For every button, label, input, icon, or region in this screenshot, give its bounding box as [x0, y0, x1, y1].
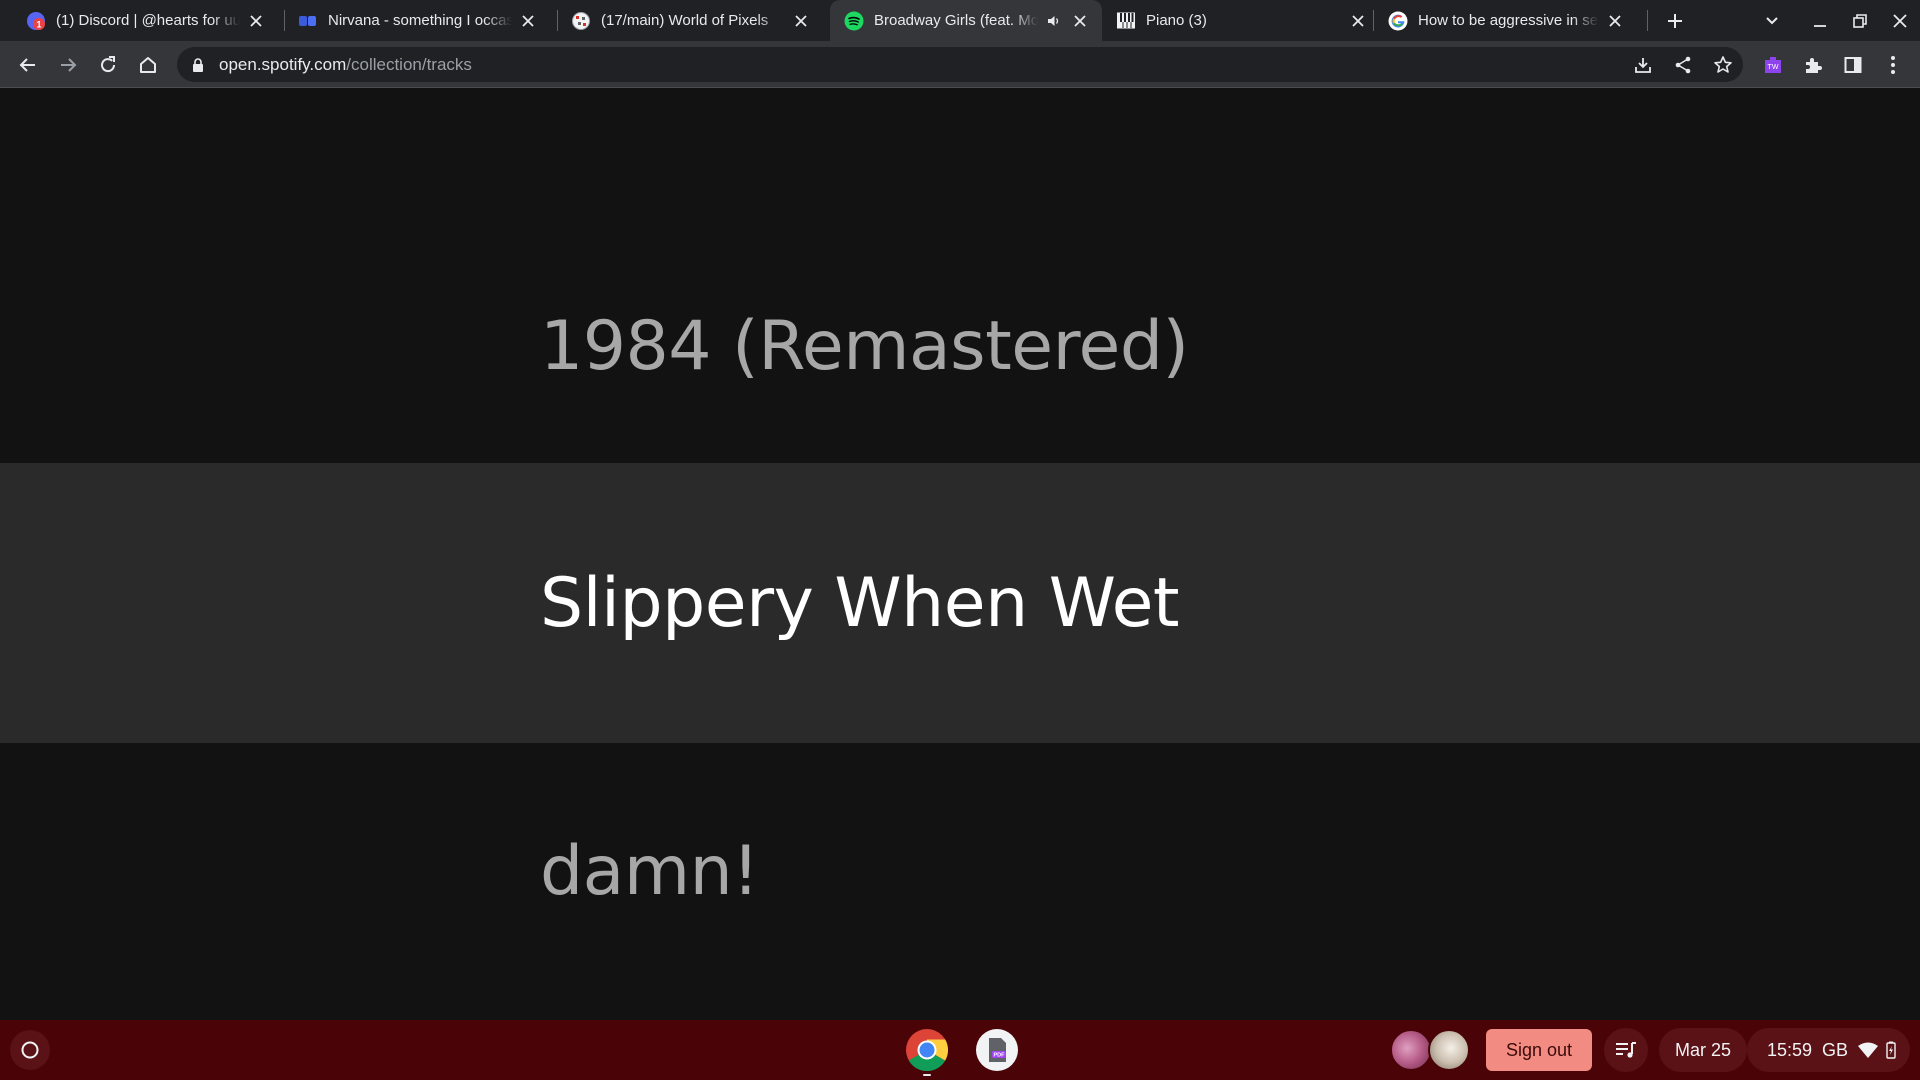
tab-search-chevron-down-icon[interactable] [1759, 8, 1785, 34]
clock-time: 15:59 [1767, 1039, 1813, 1060]
google-favicon-icon [1388, 11, 1408, 31]
side-panel-icon[interactable] [1837, 49, 1869, 81]
wifi-icon [1858, 1040, 1879, 1060]
lock-icon[interactable] [189, 56, 207, 74]
share-icon[interactable] [1669, 51, 1697, 79]
lyric-text: 1984 (Remastered) [540, 306, 1189, 386]
battery-charging-icon [1884, 1040, 1898, 1060]
lyrics-view: 1984 (Remastered) Slippery When Wet damn… [0, 89, 1920, 1020]
tab-discord[interactable]: 1 (1) Discord | @hearts for uuuu [0, 0, 278, 41]
reload-icon[interactable] [92, 49, 124, 81]
tab-strip: 1 (1) Discord | @hearts for uuuu Nirvana… [0, 0, 1920, 41]
launcher-circle-icon[interactable] [10, 1030, 50, 1070]
bookmark-star-icon[interactable] [1709, 51, 1737, 79]
piano-favicon-icon [1116, 11, 1136, 31]
blogger-favicon-icon [298, 11, 318, 31]
url-host: open.spotify.com [219, 54, 347, 74]
browser-toolbar: open.spotify.com/collection/tracks TW [0, 41, 1920, 88]
system-shelf: PDF Sign out Mar 25 15:59 GB [0, 1020, 1920, 1080]
svg-text:1: 1 [36, 19, 41, 29]
close-tab-icon[interactable] [246, 11, 266, 31]
svg-text:PDF: PDF [994, 1053, 1006, 1059]
date-text: Mar 25 [1674, 1039, 1732, 1060]
lyric-text: damn! [540, 832, 759, 911]
discord-favicon-icon: 1 [26, 11, 46, 31]
tab-separator [1647, 10, 1648, 31]
lyric-line-previous[interactable]: 1984 (Remastered) [0, 89, 1920, 463]
svg-text:TW: TW [1768, 64, 1779, 71]
pixel-world-favicon-icon [571, 11, 591, 31]
home-icon[interactable] [132, 49, 164, 81]
more-menu-kebab-icon[interactable] [1877, 49, 1909, 81]
restore-window-icon[interactable] [1847, 8, 1873, 34]
url-path: /collection/tracks [346, 54, 472, 74]
install-app-icon[interactable] [1629, 51, 1657, 79]
sign-out-button[interactable]: Sign out [1486, 1029, 1592, 1071]
tab-world-of-pixels[interactable]: (17/main) World of Pixels [545, 0, 823, 41]
close-tab-icon[interactable] [518, 11, 538, 31]
spotify-favicon-icon [844, 11, 864, 31]
lyric-line-current[interactable]: Slippery When Wet [0, 463, 1920, 743]
input-method-label: GB [1822, 1039, 1849, 1060]
chrome-app-icon[interactable] [904, 1027, 950, 1076]
status-tray[interactable]: 15:59 GB [1747, 1028, 1910, 1072]
tab-title: How to be aggressive in sex [1418, 12, 1599, 29]
tab-title: Nirvana - something I occasionally [328, 12, 512, 29]
new-tab-plus-icon[interactable] [1662, 8, 1688, 34]
holding-space-previews[interactable] [1390, 1029, 1474, 1071]
tab-title: Piano (3) [1146, 12, 1207, 29]
media-controls-icon[interactable] [1604, 1028, 1648, 1072]
lyric-text: Slippery When Wet [540, 563, 1180, 643]
tab-title: (17/main) World of Pixels [601, 12, 769, 29]
tab-google-search[interactable]: How to be aggressive in sex [1362, 0, 1637, 41]
extensions-puzzle-icon[interactable] [1797, 49, 1829, 81]
pdf-app-icon[interactable]: PDF [974, 1027, 1020, 1073]
tab-piano[interactable]: Piano (3) [1102, 0, 1380, 41]
date-pill[interactable]: Mar 25 [1659, 1028, 1747, 1072]
tab-title: Broadway Girls (feat. Morgan Wallen) [874, 12, 1038, 29]
close-window-icon[interactable] [1887, 8, 1913, 34]
back-arrow-icon[interactable] [12, 49, 44, 81]
close-tab-icon[interactable] [1070, 11, 1090, 31]
tab-title: (1) Discord | @hearts for uuuu [56, 12, 240, 29]
preview-thumbnail-icon [1428, 1029, 1470, 1071]
running-indicator [923, 1074, 931, 1076]
speaker-icon[interactable] [1044, 11, 1064, 31]
address-bar[interactable]: open.spotify.com/collection/tracks [177, 47, 1743, 82]
url-text: open.spotify.com/collection/tracks [219, 55, 472, 75]
forward-arrow-icon[interactable] [52, 49, 84, 81]
tab-spotify-active[interactable]: Broadway Girls (feat. Morgan Wallen) [830, 0, 1102, 41]
close-tab-icon[interactable] [791, 11, 811, 31]
preview-thumbnail-icon [1390, 1029, 1432, 1071]
minimize-icon[interactable] [1807, 8, 1833, 34]
tab-nirvana[interactable]: Nirvana - something I occasionally [272, 0, 550, 41]
extension-purple-icon[interactable]: TW [1757, 49, 1789, 81]
lyric-line-next[interactable]: damn! [0, 743, 1920, 1020]
close-tab-icon[interactable] [1605, 11, 1625, 31]
